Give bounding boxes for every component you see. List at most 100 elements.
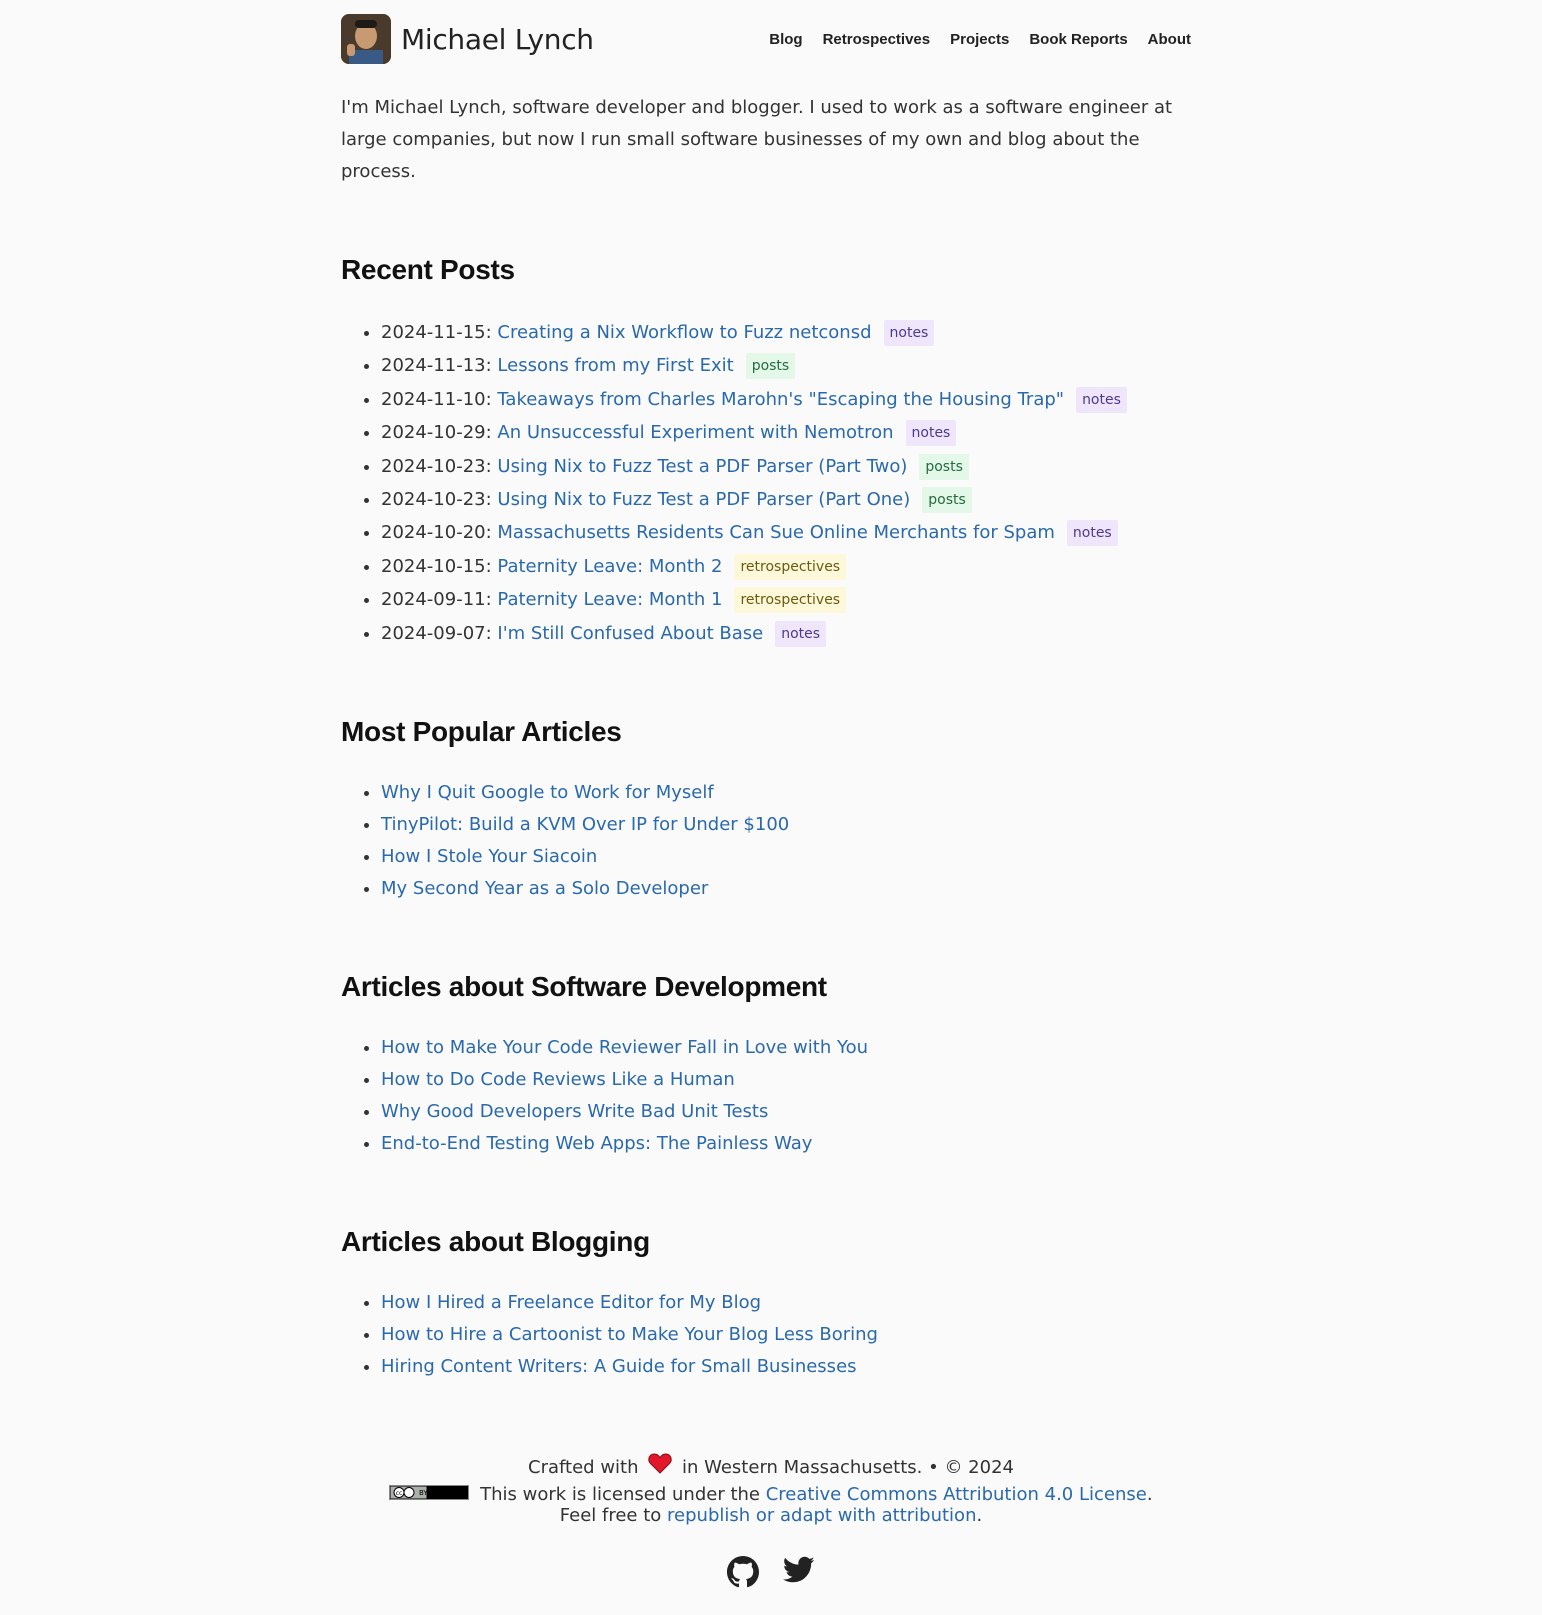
recent-post-item: 2024-11-10: Takeaways from Charles Maroh… [381,383,1191,416]
section-heading-software: Articles about Software Development [341,971,827,1003]
site-title[interactable]: Michael Lynch [401,23,594,56]
social-links [0,1556,1542,1588]
post-date: 2024-11-15: [381,322,492,343]
post-date: 2024-09-07: [381,622,492,644]
post-link[interactable]: Using Nix to Fuzz Test a PDF Parser (Par… [497,489,910,510]
post-tag[interactable]: notes [883,320,935,346]
recent-post-item: 2024-10-15: Paternity Leave: Month 2 retr… [381,550,1191,583]
popular-section: Most Popular Articles Why I Quit Google … [341,716,1191,905]
popular-list: Why I Quit Google to Work for Myself Tiny… [341,777,1191,905]
license-line: cc BY This work is licensed under the Cr… [0,1484,1542,1506]
post-tag[interactable]: notes [775,620,827,647]
nav-book-reports[interactable]: Book Reports [1029,31,1127,48]
article-link[interactable]: Why Good Developers Write Bad Unit Tests [381,1101,768,1122]
article-link[interactable]: How I Hired a Freelance Editor for My Bl… [381,1292,761,1313]
crafted-suffix: in Western Massachusetts. • © 2024 [681,1457,1014,1478]
post-date: 2024-10-20: [381,522,492,544]
post-date: 2024-10-23: [381,455,492,477]
github-icon[interactable] [727,1556,759,1588]
section-heading-recent: Recent Posts [341,254,515,285]
nav-about[interactable]: About [1148,31,1191,48]
recent-post-item: 2024-09-07: I'm Still Confused About Bas… [381,617,1191,650]
article-link[interactable]: How to Make Your Code Reviewer Fall in L… [381,1037,868,1058]
blogging-section: Articles about Blogging How I Hired a Fr… [341,1226,1191,1383]
software-list: How to Make Your Code Reviewer Fall in L… [341,1032,1191,1160]
article-link[interactable]: How to Hire a Cartoonist to Make Your Bl… [381,1324,878,1345]
post-link[interactable]: An Unsuccessful Experiment with Nemotron [497,422,893,443]
article-item: How to Hire a Cartoonist to Make Your Bl… [381,1319,1191,1351]
article-item: How I Hired a Freelance Editor for My Bl… [381,1287,1191,1319]
post-date: 2024-11-13: [381,355,492,377]
post-tag[interactable]: notes [905,420,957,447]
feel-free-line: Feel free to republish or adapt with att… [0,1506,1542,1526]
svg-text:BY: BY [419,1489,428,1497]
nav-projects[interactable]: Projects [950,31,1009,48]
article-item: Why Good Developers Write Bad Unit Tests [381,1096,1191,1128]
blogging-list: How I Hired a Freelance Editor for My Bl… [341,1287,1191,1383]
section-heading-popular: Most Popular Articles [341,716,622,748]
post-link[interactable]: Takeaways from Charles Marohn's "Escapin… [497,389,1064,410]
section-heading-blogging: Articles about Blogging [341,1226,650,1258]
page: Michael Lynch Blog Retrospectives Projec… [341,0,1191,1383]
post-tag[interactable]: posts [745,353,796,380]
recent-posts-list: 2024-11-15: Creating a Nix Workflow to F… [341,316,1191,650]
article-link[interactable]: How to Do Code Reviews Like a Human [381,1069,735,1090]
post-date: 2024-10-23: [381,489,492,511]
post-date: 2024-11-10: [381,388,492,410]
post-link[interactable]: Lessons from my First Exit [497,355,733,376]
post-link[interactable]: Paternity Leave: Month 1 [497,589,722,610]
license-link[interactable]: Creative Commons Attribution 4.0 License [766,1484,1147,1505]
feel-prefix: Feel free to [559,1505,662,1526]
software-section: Articles about Software Development How … [341,971,1191,1160]
post-tag[interactable]: notes [1076,386,1127,413]
post-tag[interactable]: posts [922,487,972,514]
recent-post-item: 2024-10-23: Using Nix to Fuzz Test a PDF… [381,483,1191,516]
post-link[interactable]: I'm Still Confused About Base [497,623,763,644]
crafted-line: Crafted with in Western Massachusetts. •… [0,1452,1542,1484]
cc-by-badge-icon[interactable]: cc BY [389,1484,470,1506]
article-link[interactable]: My Second Year as a Solo Developer [381,878,708,899]
article-item: How to Make Your Code Reviewer Fall in L… [381,1032,1191,1064]
brand[interactable]: Michael Lynch [341,14,594,64]
recent-post-item: 2024-10-20: Massachusetts Residents Can … [381,516,1191,549]
main-nav: Blog Retrospectives Projects Book Report… [769,31,1191,48]
article-item: How to Do Code Reviews Like a Human [381,1064,1191,1096]
site-header: Michael Lynch Blog Retrospectives Projec… [341,0,1191,78]
article-link[interactable]: End-to-End Testing Web Apps: The Painles… [381,1133,812,1154]
article-link[interactable]: TinyPilot: Build a KVM Over IP for Under… [381,814,789,835]
post-tag[interactable]: posts [919,453,969,480]
post-tag[interactable]: retrospectives [734,587,847,614]
recent-post-item: 2024-11-13: Lessons from my First Exit po… [381,349,1191,382]
crafted-prefix: Crafted with [528,1457,639,1478]
article-item: Hiring Content Writers: A Guide for Smal… [381,1351,1191,1383]
post-link[interactable]: Massachusetts Residents Can Sue Online M… [497,522,1054,543]
recent-post-item: 2024-10-29: An Unsuccessful Experiment w… [381,416,1191,449]
heart-icon [648,1452,672,1484]
article-link[interactable]: How I Stole Your Siacoin [381,846,597,867]
nav-retrospectives[interactable]: Retrospectives [823,31,931,48]
feel-suffix: . [976,1505,983,1526]
post-tag[interactable]: retrospectives [734,553,847,580]
article-link[interactable]: Hiring Content Writers: A Guide for Smal… [381,1356,857,1377]
recent-post-item: 2024-11-15: Creating a Nix Workflow to F… [381,316,1191,349]
license-prefix: This work is licensed under the [480,1484,760,1505]
article-item: My Second Year as a Solo Developer [381,873,1191,905]
recent-post-item: 2024-09-11: Paternity Leave: Month 1 retr… [381,583,1191,616]
site-footer: Crafted with in Western Massachusetts. •… [0,1452,1542,1588]
avatar[interactable] [341,14,391,64]
attribution-link[interactable]: republish or adapt with attribution [667,1505,976,1526]
article-item: End-to-End Testing Web Apps: The Painles… [381,1128,1191,1160]
post-link[interactable]: Creating a Nix Workflow to Fuzz netconsd [497,322,871,343]
recent-posts-section: Recent Posts 2024-11-15: Creating a Nix … [341,254,1191,650]
post-date: 2024-10-15: [381,555,492,577]
post-date: 2024-09-11: [381,589,492,611]
article-link[interactable]: Why I Quit Google to Work for Myself [381,782,714,803]
post-tag[interactable]: notes [1066,520,1118,547]
post-link[interactable]: Using Nix to Fuzz Test a PDF Parser (Par… [497,456,907,477]
recent-post-item: 2024-10-23: Using Nix to Fuzz Test a PDF… [381,450,1191,483]
article-item: How I Stole Your Siacoin [381,841,1191,873]
twitter-icon[interactable] [783,1556,815,1588]
post-link[interactable]: Paternity Leave: Month 2 [497,556,722,577]
license-suffix: . [1146,1484,1153,1505]
nav-blog[interactable]: Blog [769,31,802,48]
